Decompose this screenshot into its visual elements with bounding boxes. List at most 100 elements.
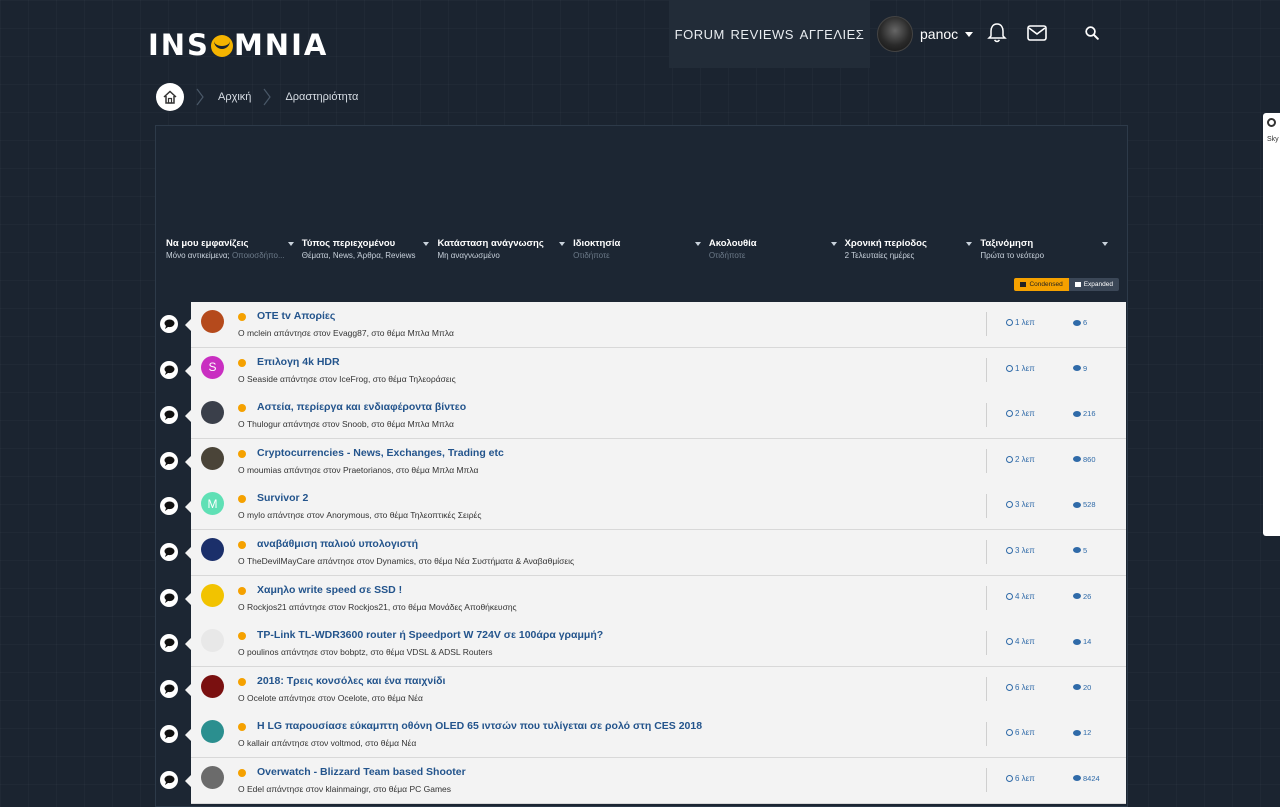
comment-icon (1073, 365, 1081, 372)
clock-icon (1006, 546, 1013, 554)
activity-summary: Ο poulinos απάντησε στον bobptz, στο θέμ… (238, 647, 493, 658)
avatar[interactable] (201, 310, 224, 333)
timestamp[interactable]: 3 λεπ (1006, 546, 1035, 555)
topic-title-link[interactable]: Χαμηλο write speed σε SSD ! (257, 584, 402, 596)
avatar[interactable] (201, 537, 224, 561)
comment-icon (160, 634, 178, 653)
activity-card: OTE tv Απορίες Ο mclein απάντησε στον Eva… (185, 302, 1126, 348)
topic-title-link[interactable]: OTE tv Απορίες (257, 310, 335, 322)
comment-icon (1073, 319, 1081, 326)
bell-icon[interactable] (986, 22, 1008, 44)
list-item: TP-Link TL-WDR3600 router ή Speedport W … (156, 621, 1127, 668)
clock-icon (1006, 592, 1013, 600)
unread-indicator (238, 358, 246, 367)
activity-card: Cryptocurrencies - News, Exchanges, Trad… (185, 438, 1126, 485)
search-icon[interactable] (1084, 25, 1100, 41)
comment-icon (160, 770, 178, 789)
user-menu[interactable]: panoc (877, 16, 974, 52)
comment-icon (160, 542, 178, 561)
topic-title-link[interactable]: H LG παρουσίασε εύκαμπτη οθόνη OLED 65 ι… (257, 720, 702, 732)
timestamp[interactable]: 1 λεπ (1006, 364, 1035, 373)
activity-card: Overwatch - Blizzard Team based Shooter Ο… (185, 757, 1126, 804)
activity-summary: Ο moumias απάντησε στον Praetorianos, στ… (238, 464, 479, 475)
condensed-button[interactable]: Condensed (1014, 278, 1069, 291)
timestamp[interactable]: 1 λεπ (1006, 318, 1035, 327)
reply-count: 9 (1073, 364, 1087, 373)
activity-card: Χαμηλο write speed σε SSD ! Ο Rockjos21 α… (185, 575, 1126, 622)
filter-5[interactable]: Χρονική περίοδος 2 Τελευταίες ημέρες (845, 238, 981, 260)
timestamp[interactable]: 4 λεπ (1006, 592, 1035, 601)
filter-title: Χρονική περίοδος (844, 238, 927, 249)
avatar[interactable] (201, 765, 224, 789)
topic-title-link[interactable]: Επιλογη 4k HDR (257, 356, 340, 368)
avatar[interactable] (201, 674, 224, 698)
filter-value: Μη αναγνωσμένο (437, 251, 500, 260)
avatar[interactable] (201, 629, 224, 653)
side-widget[interactable]: Sky (1263, 113, 1280, 536)
reply-count: 26 (1073, 592, 1091, 601)
timestamp[interactable]: 6 λεπ (1006, 683, 1035, 692)
nav-forum[interactable]: FORUM (675, 27, 725, 42)
avatar[interactable]: M (201, 492, 224, 516)
comment-icon (160, 725, 178, 744)
topic-title-link[interactable]: Survivor 2 (257, 492, 308, 504)
filter-0[interactable]: Να μου εμφανίζεις Μόνο αντικείμενα; Οποιο… (166, 238, 302, 260)
avatar[interactable]: S (201, 355, 224, 379)
clock-icon (1006, 638, 1013, 646)
filter-3[interactable]: Ιδιοκτησία Οτιδήποτε (573, 238, 709, 260)
topic-title-link[interactable]: Αστεία, περίεργα και ενδιαφέροντα βίντεο (257, 401, 466, 413)
comment-icon (1073, 593, 1081, 600)
filter-value: Οτιδήποτε (708, 251, 746, 260)
activity-summary: Ο Rockjos21 απάντησε στον Rockjos21, στο… (238, 601, 517, 612)
comment-icon (160, 451, 178, 470)
activity-panel: Να μου εμφανίζεις Μόνο αντικείμενα; Οποιο… (155, 125, 1128, 807)
comment-icon (160, 315, 178, 333)
filter-value: Πρώτα το νεότερο (980, 251, 1045, 260)
home-button[interactable] (156, 83, 184, 111)
activity-card: S Επιλογη 4k HDR Ο Seaside απάντησε στον I… (185, 347, 1126, 394)
topic-title-link[interactable]: 2018: Τρεις κονσόλες και ένα παιχνίδι (257, 675, 445, 687)
nav-reviews[interactable]: REVIEWS (731, 27, 794, 42)
top-bar: INS MNIA FORUM REVIEWS ΑΓΓΕΛΙΕΣ panoc (0, 0, 1280, 68)
home-icon (163, 90, 177, 104)
clock-icon (1006, 501, 1013, 509)
breadcrumb-home[interactable]: Αρχική (218, 91, 251, 103)
timestamp[interactable]: 6 λεπ (1006, 774, 1035, 783)
expanded-button[interactable]: Expanded (1068, 278, 1119, 291)
close-icon[interactable] (1267, 118, 1276, 127)
list-item: Αστεία, περίεργα και ενδιαφέροντα βίντεο… (156, 393, 1127, 440)
site-logo[interactable]: INS MNIA (148, 28, 328, 62)
topic-title-link[interactable]: TP-Link TL-WDR3600 router ή Speedport W … (257, 629, 603, 641)
filter-6[interactable]: Ταξινόμηση Πρώτα το νεότερο (980, 238, 1116, 260)
view-toggle: Condensed Expanded (1014, 278, 1119, 291)
chevron-down-icon (830, 242, 837, 246)
activity-card: H LG παρουσίασε εύκαμπτη οθόνη OLED 65 ι… (185, 712, 1126, 759)
breadcrumb-activity[interactable]: Δραστηριότητα (285, 91, 358, 103)
timestamp[interactable]: 2 λεπ (1006, 409, 1035, 418)
topic-title-link[interactable]: Cryptocurrencies - News, Exchanges, Trad… (257, 447, 504, 459)
nav-classifieds[interactable]: ΑΓΓΕΛΙΕΣ (800, 27, 865, 42)
list-item: S Επιλογη 4k HDR Ο Seaside απάντησε στον I… (156, 347, 1127, 394)
mail-icon[interactable] (1026, 22, 1048, 44)
timestamp[interactable]: 6 λεπ (1006, 728, 1035, 737)
chevron-down-icon (694, 242, 701, 246)
topic-title-link[interactable]: Overwatch - Blizzard Team based Shooter (257, 766, 466, 778)
username: panoc (920, 26, 959, 42)
divider (986, 585, 987, 610)
timestamp[interactable]: 3 λεπ (1006, 500, 1035, 509)
comment-icon (1073, 501, 1081, 508)
filter-4[interactable]: Ακολουθία Οτιδήποτε (709, 238, 845, 260)
topic-title-link[interactable]: αναβάθμιση παλιού υπολογιστή (257, 538, 418, 550)
unread-indicator (238, 768, 246, 777)
avatar[interactable] (201, 720, 224, 744)
comment-icon (160, 406, 178, 425)
avatar[interactable] (201, 401, 224, 425)
avatar[interactable] (201, 446, 224, 470)
timestamp[interactable]: 4 λεπ (1006, 637, 1035, 646)
filter-value: Οτιδήποτε (573, 251, 610, 260)
filter-2[interactable]: Κατάσταση ανάγνωσης Μη αναγνωσμένο (437, 238, 573, 260)
timestamp[interactable]: 2 λεπ (1006, 455, 1035, 464)
comment-icon (160, 588, 178, 607)
filter-1[interactable]: Τύπος περιεχομένου Θέματα, News, Άρθρα, R… (302, 238, 438, 260)
avatar[interactable] (201, 583, 224, 607)
